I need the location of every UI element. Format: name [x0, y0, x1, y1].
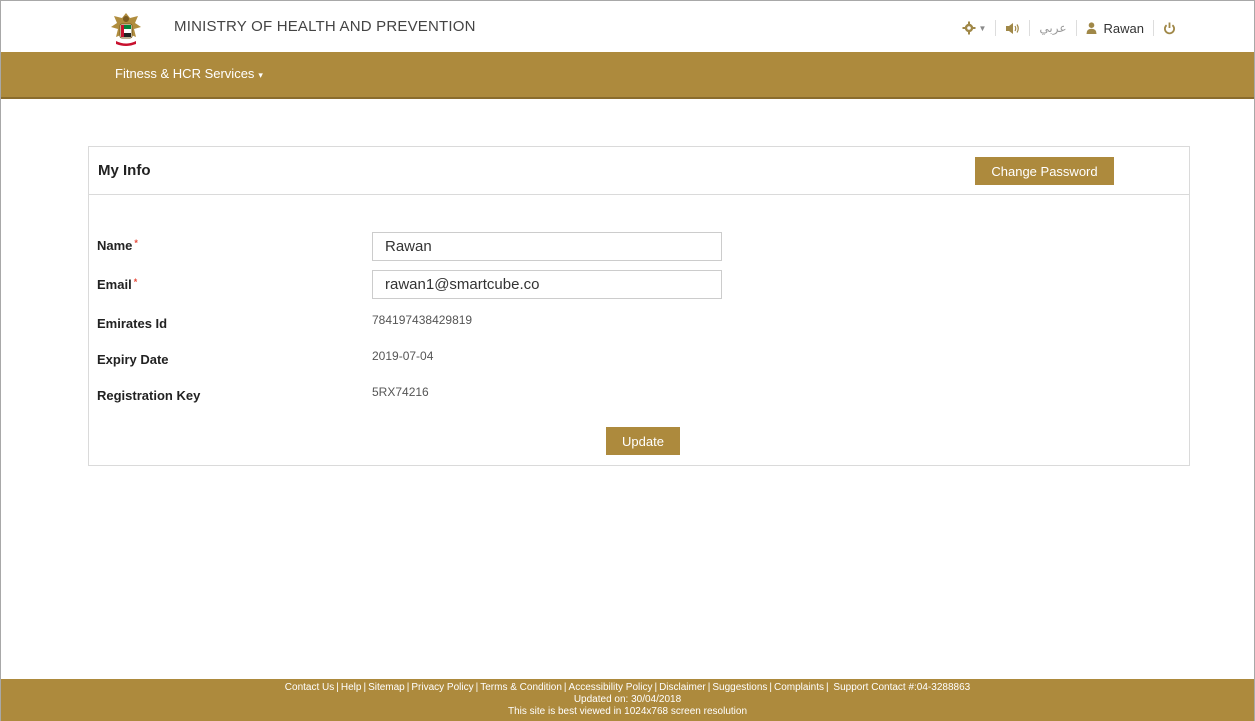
footer-link-disclaimer[interactable]: Disclaimer — [659, 682, 706, 693]
emirates-id-value: 784197438429819 — [372, 313, 473, 327]
panel-header: My Info Change Password — [89, 147, 1189, 195]
logout-button[interactable] — [1163, 22, 1176, 35]
footer-updated-date: Updated on: 30/04/2018 — [573, 694, 682, 705]
divider — [1153, 20, 1154, 36]
footer-resolution-note: This site is best viewed in 1024x768 scr… — [507, 706, 748, 717]
uae-emblem-logo — [111, 13, 141, 46]
required-marker: * — [134, 238, 138, 248]
footer-link-contact-us[interactable]: Contact Us — [285, 682, 334, 693]
power-icon — [1164, 22, 1175, 34]
update-button[interactable]: Update — [606, 427, 680, 455]
divider — [1075, 20, 1077, 36]
email-label: Email * — [97, 277, 137, 292]
name-label: Name * — [97, 238, 138, 253]
panel-title: My Info — [98, 162, 151, 179]
nav-fitness-hcr-services[interactable]: Fitness & HCR Services ▾ — [115, 66, 263, 81]
speaker-icon — [1006, 22, 1020, 34]
expiry-date-value: 2019-07-04 — [372, 349, 434, 363]
footer-links: Contact Us | Help | Sitemap | Privacy Policy | T… — [284, 682, 971, 693]
audio-button[interactable] — [1005, 22, 1020, 35]
main-navbar: Fitness & HCR Services ▾ — [1, 52, 1254, 99]
divider — [995, 20, 997, 36]
nav-item-label: Fitness & HCR Services — [115, 66, 255, 81]
header-toolbar: ▼ عربي Rawan — [962, 18, 1176, 38]
site-title: MINISTRY OF HEALTH AND PREVENTION — [174, 18, 476, 35]
name-label-text: Name — [97, 238, 133, 253]
chevron-down-icon: ▼ — [978, 23, 987, 33]
name-field[interactable] — [372, 232, 722, 261]
user-menu[interactable]: Rawan — [1086, 21, 1144, 36]
user-name: Rawan — [1103, 20, 1144, 36]
support-contact: Support Contact #:04-3288863 — [833, 682, 971, 693]
my-info-panel: My Info Change Password Name* Email* Emi… — [88, 146, 1190, 466]
top-header: MINISTRY OF HEALTH AND PREVENTION ▼ عربي… — [1, 1, 1254, 52]
email-label-text: Email — [97, 277, 132, 292]
footer-link-accessibility-policy[interactable]: Accessibility Policy — [569, 682, 653, 693]
footer-link-complaints[interactable]: Complaints — [774, 682, 824, 693]
user-icon — [1086, 22, 1097, 34]
settings-menu[interactable]: ▼ — [962, 21, 986, 35]
registration-key-label: Registration Key — [97, 388, 201, 403]
language-toggle-link[interactable]: عربي — [1039, 21, 1066, 35]
registration-key-value: 5RX74216 — [372, 385, 429, 399]
footer-link-help[interactable]: Help — [341, 682, 362, 693]
footer-link-suggestions[interactable]: Suggestions — [712, 682, 767, 693]
chevron-down-icon: ▾ — [258, 70, 263, 80]
page-frame: MINISTRY OF HEALTH AND PREVENTION ▼ عربي… — [0, 0, 1255, 721]
divider — [1029, 20, 1031, 36]
expiry-date-label: Expiry Date — [97, 352, 169, 367]
footer-link-terms[interactable]: Terms & Condition — [480, 682, 562, 693]
footer-link-privacy-policy[interactable]: Privacy Policy — [411, 682, 473, 693]
footer-link-sitemap[interactable]: Sitemap — [368, 682, 405, 693]
site-footer: Contact Us | Help | Sitemap | Privacy Policy | T… — [1, 679, 1254, 721]
email-field[interactable] — [372, 270, 722, 299]
required-marker: * — [133, 277, 138, 287]
settings-gear-icon — [962, 21, 976, 35]
change-password-button[interactable]: Change Password — [975, 157, 1114, 185]
emirates-id-label: Emirates Id — [97, 316, 168, 331]
